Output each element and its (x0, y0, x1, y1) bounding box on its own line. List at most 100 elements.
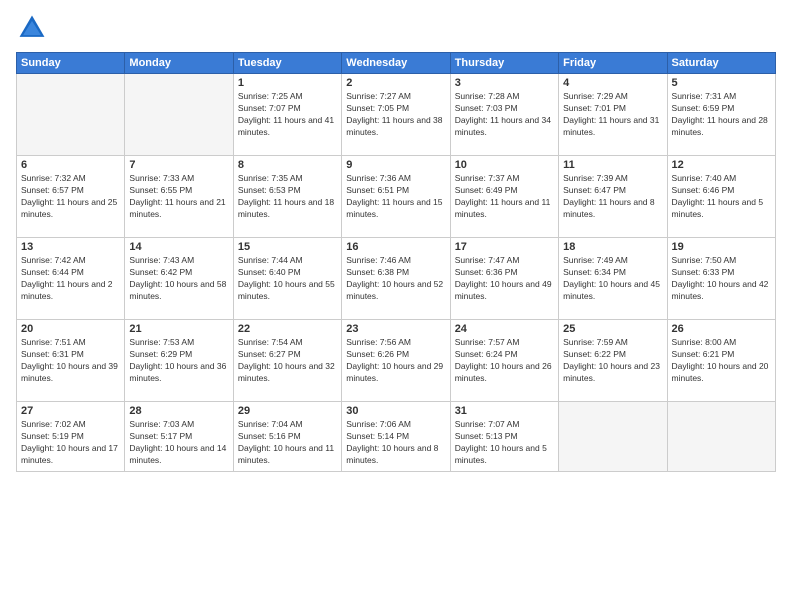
day-number: 19 (672, 241, 771, 253)
day-info: Sunrise: 7:29 AM Sunset: 7:01 PM Dayligh… (563, 91, 662, 139)
day-number: 29 (238, 405, 337, 417)
day-info: Sunrise: 7:43 AM Sunset: 6:42 PM Dayligh… (129, 255, 228, 303)
day-number: 11 (563, 159, 662, 171)
day-number: 6 (21, 159, 120, 171)
calendar-header-tuesday: Tuesday (233, 53, 341, 74)
day-number: 25 (563, 323, 662, 335)
day-info: Sunrise: 7:39 AM Sunset: 6:47 PM Dayligh… (563, 173, 662, 221)
calendar-cell: 30 Sunrise: 7:06 AM Sunset: 5:14 PM Dayli… (342, 402, 450, 472)
day-number: 28 (129, 405, 228, 417)
day-info: Sunrise: 7:59 AM Sunset: 6:22 PM Dayligh… (563, 337, 662, 385)
day-number: 5 (672, 77, 771, 89)
calendar-cell: 6 Sunrise: 7:32 AM Sunset: 6:57 PM Daylig… (17, 156, 125, 238)
calendar-header-saturday: Saturday (667, 53, 775, 74)
calendar-cell (667, 402, 775, 472)
calendar-header-row: SundayMondayTuesdayWednesdayThursdayFrid… (17, 53, 776, 74)
calendar-cell: 14Sunrise: 7:43 AM Sunset: 6:42 PM Dayli… (125, 238, 233, 320)
calendar-cell: 29 Sunrise: 7:04 AM Sunset: 5:16 PM Dayli… (233, 402, 341, 472)
day-number: 20 (21, 323, 120, 335)
calendar-cell: 26Sunrise: 8:00 AM Sunset: 6:21 PM Dayli… (667, 320, 775, 402)
calendar-cell: 2 Sunrise: 7:27 AM Sunset: 7:05 PM Daylig… (342, 74, 450, 156)
day-number: 13 (21, 241, 120, 253)
day-number: 24 (455, 323, 554, 335)
day-info: Sunrise: 7:40 AM Sunset: 6:46 PM Dayligh… (672, 173, 771, 221)
day-number: 12 (672, 159, 771, 171)
calendar-week-row: 27 Sunrise: 7:02 AM Sunset: 5:19 PM Dayli… (17, 402, 776, 472)
calendar-header-friday: Friday (559, 53, 667, 74)
logo (16, 12, 52, 44)
calendar-week-row: 6 Sunrise: 7:32 AM Sunset: 6:57 PM Daylig… (17, 156, 776, 238)
day-info: Sunrise: 7:50 AM Sunset: 6:33 PM Dayligh… (672, 255, 771, 303)
calendar-cell: 13Sunrise: 7:42 AM Sunset: 6:44 PM Dayli… (17, 238, 125, 320)
calendar-cell: 24 Sunrise: 7:57 AM Sunset: 6:24 PM Dayli… (450, 320, 558, 402)
day-info: Sunrise: 7:06 AM Sunset: 5:14 PM Dayligh… (346, 419, 445, 467)
day-info: Sunrise: 7:02 AM Sunset: 5:19 PM Dayligh… (21, 419, 120, 467)
day-info: Sunrise: 7:46 AM Sunset: 6:38 PM Dayligh… (346, 255, 445, 303)
calendar-cell: 10 Sunrise: 7:37 AM Sunset: 6:49 PM Dayli… (450, 156, 558, 238)
calendar-cell: 21 Sunrise: 7:53 AM Sunset: 6:29 PM Dayli… (125, 320, 233, 402)
calendar-cell: 16 Sunrise: 7:46 AM Sunset: 6:38 PM Dayli… (342, 238, 450, 320)
calendar-cell: 1 Sunrise: 7:25 AM Sunset: 7:07 PM Daylig… (233, 74, 341, 156)
calendar-cell: 22Sunrise: 7:54 AM Sunset: 6:27 PM Dayli… (233, 320, 341, 402)
calendar-cell: 12 Sunrise: 7:40 AM Sunset: 6:46 PM Dayli… (667, 156, 775, 238)
calendar-header-thursday: Thursday (450, 53, 558, 74)
calendar-cell: 4 Sunrise: 7:29 AM Sunset: 7:01 PM Daylig… (559, 74, 667, 156)
day-number: 8 (238, 159, 337, 171)
day-info: Sunrise: 7:56 AM Sunset: 6:26 PM Dayligh… (346, 337, 445, 385)
day-info: Sunrise: 7:32 AM Sunset: 6:57 PM Dayligh… (21, 173, 120, 221)
logo-icon (16, 12, 48, 44)
calendar-cell: 9 Sunrise: 7:36 AM Sunset: 6:51 PM Daylig… (342, 156, 450, 238)
calendar-cell (125, 74, 233, 156)
day-info: Sunrise: 7:25 AM Sunset: 7:07 PM Dayligh… (238, 91, 337, 139)
calendar-cell: 23 Sunrise: 7:56 AM Sunset: 6:26 PM Dayli… (342, 320, 450, 402)
day-info: Sunrise: 7:37 AM Sunset: 6:49 PM Dayligh… (455, 173, 554, 221)
calendar-cell: 28Sunrise: 7:03 AM Sunset: 5:17 PM Dayli… (125, 402, 233, 472)
day-number: 17 (455, 241, 554, 253)
calendar-cell: 8Sunrise: 7:35 AM Sunset: 6:53 PM Daylig… (233, 156, 341, 238)
header (16, 12, 776, 44)
day-info: Sunrise: 7:49 AM Sunset: 6:34 PM Dayligh… (563, 255, 662, 303)
calendar-cell: 27 Sunrise: 7:02 AM Sunset: 5:19 PM Dayli… (17, 402, 125, 472)
day-number: 27 (21, 405, 120, 417)
page: SundayMondayTuesdayWednesdayThursdayFrid… (0, 0, 792, 612)
day-info: Sunrise: 7:31 AM Sunset: 6:59 PM Dayligh… (672, 91, 771, 139)
calendar-cell: 7 Sunrise: 7:33 AM Sunset: 6:55 PM Daylig… (125, 156, 233, 238)
day-info: Sunrise: 7:07 AM Sunset: 5:13 PM Dayligh… (455, 419, 554, 467)
day-info: Sunrise: 7:04 AM Sunset: 5:16 PM Dayligh… (238, 419, 337, 467)
day-info: Sunrise: 7:36 AM Sunset: 6:51 PM Dayligh… (346, 173, 445, 221)
day-number: 18 (563, 241, 662, 253)
day-info: Sunrise: 7:54 AM Sunset: 6:27 PM Dayligh… (238, 337, 337, 385)
calendar-table: SundayMondayTuesdayWednesdayThursdayFrid… (16, 52, 776, 472)
day-number: 1 (238, 77, 337, 89)
calendar-week-row: 13Sunrise: 7:42 AM Sunset: 6:44 PM Dayli… (17, 238, 776, 320)
day-number: 4 (563, 77, 662, 89)
calendar-week-row: 1 Sunrise: 7:25 AM Sunset: 7:07 PM Daylig… (17, 74, 776, 156)
day-number: 21 (129, 323, 228, 335)
calendar-cell: 15Sunrise: 7:44 AM Sunset: 6:40 PM Dayli… (233, 238, 341, 320)
calendar-cell (17, 74, 125, 156)
calendar-cell: 19 Sunrise: 7:50 AM Sunset: 6:33 PM Dayli… (667, 238, 775, 320)
day-info: Sunrise: 7:57 AM Sunset: 6:24 PM Dayligh… (455, 337, 554, 385)
day-number: 7 (129, 159, 228, 171)
day-number: 15 (238, 241, 337, 253)
day-info: Sunrise: 7:33 AM Sunset: 6:55 PM Dayligh… (129, 173, 228, 221)
calendar-header-monday: Monday (125, 53, 233, 74)
day-number: 2 (346, 77, 445, 89)
day-number: 31 (455, 405, 554, 417)
day-number: 10 (455, 159, 554, 171)
calendar-cell: 25 Sunrise: 7:59 AM Sunset: 6:22 PM Dayli… (559, 320, 667, 402)
day-info: Sunrise: 7:53 AM Sunset: 6:29 PM Dayligh… (129, 337, 228, 385)
calendar-cell: 3 Sunrise: 7:28 AM Sunset: 7:03 PM Daylig… (450, 74, 558, 156)
calendar-cell: 5 Sunrise: 7:31 AM Sunset: 6:59 PM Daylig… (667, 74, 775, 156)
day-number: 9 (346, 159, 445, 171)
day-number: 16 (346, 241, 445, 253)
calendar-week-row: 20Sunrise: 7:51 AM Sunset: 6:31 PM Dayli… (17, 320, 776, 402)
day-info: Sunrise: 8:00 AM Sunset: 6:21 PM Dayligh… (672, 337, 771, 385)
day-number: 23 (346, 323, 445, 335)
day-info: Sunrise: 7:28 AM Sunset: 7:03 PM Dayligh… (455, 91, 554, 139)
calendar-header-sunday: Sunday (17, 53, 125, 74)
day-number: 30 (346, 405, 445, 417)
day-info: Sunrise: 7:47 AM Sunset: 6:36 PM Dayligh… (455, 255, 554, 303)
day-info: Sunrise: 7:27 AM Sunset: 7:05 PM Dayligh… (346, 91, 445, 139)
day-number: 3 (455, 77, 554, 89)
